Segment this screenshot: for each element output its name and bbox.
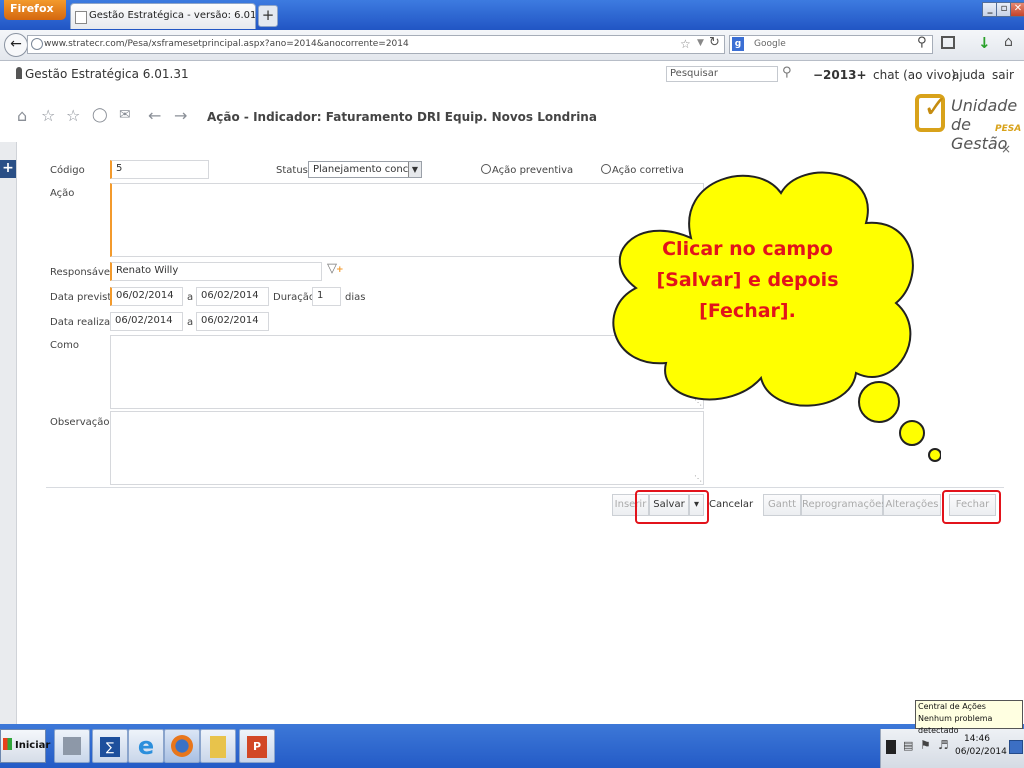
user-icon xyxy=(16,67,22,79)
star-icon[interactable]: ☆ xyxy=(66,106,80,125)
folder-icon[interactable] xyxy=(200,729,236,763)
alteracoes-button[interactable]: Alterações xyxy=(883,494,941,516)
arrow-left-icon: ← xyxy=(10,36,22,52)
mail-icon[interactable]: ✉ xyxy=(119,107,131,123)
reprogramacoes-button[interactable]: Reprogramações xyxy=(801,494,886,516)
bookmarks-icon[interactable] xyxy=(941,36,955,49)
volume-icon[interactable]: ♬ xyxy=(938,738,949,752)
globe-icon xyxy=(31,38,43,50)
gantt-button[interactable]: Gantt xyxy=(763,494,801,516)
status-value: Planejamento concluído xyxy=(313,164,422,175)
salvar-highlight xyxy=(635,490,709,524)
url-bar[interactable]: www.stratecr.com/Pesa/xsframesetprincipa… xyxy=(27,35,725,54)
tab-title: Gestão Estratégica - versão: 6.01.31 - L… xyxy=(89,10,256,21)
side-rail xyxy=(0,142,16,724)
new-tab-button[interactable]: + xyxy=(258,5,278,27)
powershell-icon[interactable]: ∑ xyxy=(92,729,128,763)
chevron-down-icon[interactable]: ▼ xyxy=(697,38,704,48)
fechar-highlight xyxy=(942,490,1001,524)
close-icon[interactable]: × xyxy=(1001,142,1011,156)
action-center-tooltip: Central de Ações Nenhum problema detecta… xyxy=(915,700,1023,735)
codigo-label: Código xyxy=(50,165,85,176)
tooltip-body: Nenhum problema detectado xyxy=(918,714,993,735)
network-tray-icon[interactable]: ▤ xyxy=(903,739,913,752)
firefox-icon[interactable] xyxy=(164,729,200,763)
observacao-label: Observação xyxy=(50,417,110,428)
arrow-right-icon[interactable]: → xyxy=(174,106,187,125)
company-logo: ✓ Unidade de Gestão PESA xyxy=(913,90,1023,153)
tray-app-icon[interactable] xyxy=(886,740,896,754)
search-icon[interactable]: ⚲ xyxy=(917,35,927,50)
status-select[interactable]: Planejamento concluído ▼ xyxy=(308,161,422,178)
close-window-button[interactable]: ✕ xyxy=(1010,2,1024,17)
firefox-menu-button[interactable]: Firefox xyxy=(4,0,66,20)
data-prevista-end-field[interactable]: 06/02/2014 xyxy=(196,287,269,306)
show-desktop-button[interactable] xyxy=(1009,740,1023,754)
expand-panel-button[interactable]: + xyxy=(0,160,16,178)
home-icon[interactable]: ⌂ xyxy=(17,106,27,125)
responsavel-field[interactable]: Renato Willy xyxy=(110,262,322,281)
arrow-left-icon[interactable]: ← xyxy=(148,106,161,125)
reload-icon[interactable]: ↻ xyxy=(709,35,720,50)
chat-link[interactable]: chat (ao vivo) xyxy=(873,68,956,82)
status-label: Status xyxy=(276,165,308,176)
app-title: Gestão Estratégica 6.01.31 xyxy=(25,67,189,81)
como-label: Como xyxy=(50,340,79,351)
browser-tab[interactable]: Gestão Estratégica - versão: 6.01.31 - L… xyxy=(70,3,256,29)
a-label: a xyxy=(187,292,194,303)
chevron-down-icon: ▼ xyxy=(408,162,421,177)
acao-preventiva-label: Ação preventiva xyxy=(492,165,574,176)
duracao-label: Duração xyxy=(273,292,316,303)
responsavel-label: Responsável xyxy=(50,267,113,278)
divider xyxy=(16,142,17,724)
help-link[interactable]: ajuda xyxy=(952,68,985,82)
bookmark-star-icon[interactable]: ☆ xyxy=(680,37,691,51)
page-icon xyxy=(75,11,87,24)
codigo-field[interactable]: 5 xyxy=(110,160,209,179)
cancelar-button[interactable]: Cancelar xyxy=(708,494,753,516)
dias-label: dias xyxy=(345,292,366,303)
google-icon[interactable]: g xyxy=(732,37,744,51)
back-button[interactable]: ← xyxy=(4,33,28,57)
logout-link[interactable]: sair xyxy=(992,68,1014,82)
flag-icon[interactable]: ⚑ xyxy=(920,738,931,752)
clock-date: 06/02/2014 xyxy=(955,747,1007,757)
data-realizada-end-field[interactable]: 06/02/2014 xyxy=(196,312,269,331)
acao-preventiva-radio[interactable] xyxy=(481,164,491,174)
search-bar[interactable]: Google xyxy=(729,35,933,54)
resize-grip-icon[interactable]: ⋱ xyxy=(694,474,702,483)
network-icon[interactable] xyxy=(54,729,90,763)
app-search-input[interactable]: Pesquisar xyxy=(666,66,778,82)
data-prevista-start-field[interactable]: 06/02/2014 xyxy=(110,287,183,306)
divider xyxy=(46,487,1004,488)
home-icon[interactable]: ⌂ xyxy=(1004,34,1013,50)
data-realizada-start-field[interactable]: 06/02/2014 xyxy=(110,312,183,331)
duracao-field[interactable]: 1 xyxy=(312,287,341,306)
powerpoint-icon[interactable]: P xyxy=(239,729,275,763)
download-icon[interactable]: ↓ xyxy=(978,34,991,52)
ie-icon[interactable]: e xyxy=(128,729,164,763)
windows-logo-icon xyxy=(3,738,12,750)
chat-icon[interactable]: ◯ xyxy=(92,107,108,123)
year-selector[interactable]: −2013+ xyxy=(813,68,867,82)
data-prevista-label: Data prevista xyxy=(50,292,118,303)
plus-icon: + xyxy=(336,265,344,275)
tooltip-title: Central de Ações xyxy=(918,702,986,711)
acao-label: Ação xyxy=(50,188,75,199)
search-icon[interactable]: ⚲ xyxy=(782,65,792,80)
a-label: a xyxy=(187,317,194,328)
page-title: Ação - Indicador: Faturamento DRI Equip.… xyxy=(207,110,597,124)
star-add-icon[interactable]: ☆ xyxy=(41,106,55,125)
annotation-text: Clicar no campo [Salvar] e depois [Fecha… xyxy=(656,238,839,322)
